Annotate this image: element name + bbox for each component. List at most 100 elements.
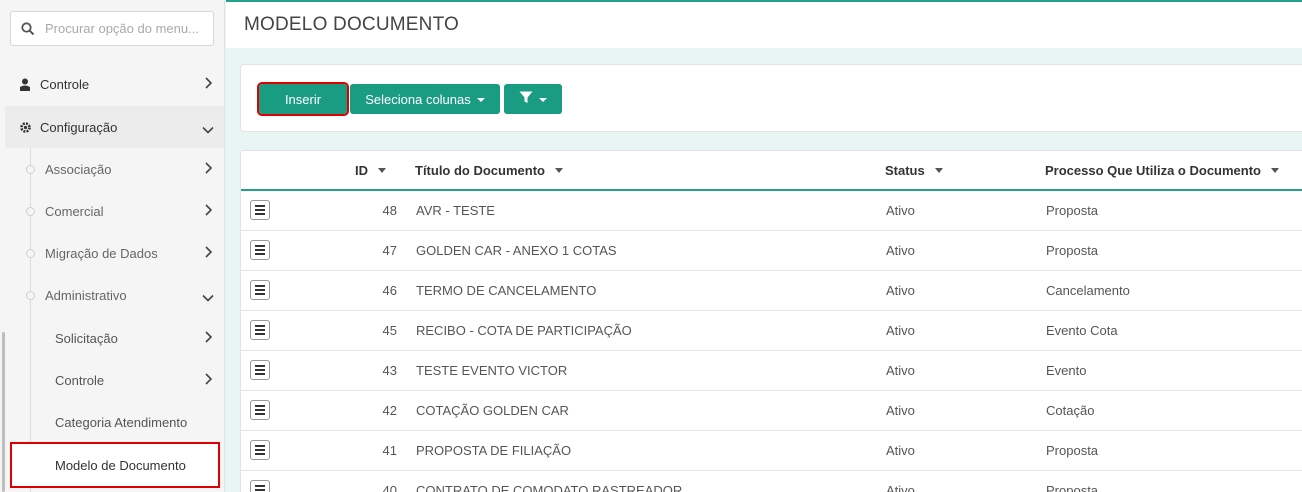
sort-icon — [1271, 168, 1279, 173]
menu-search — [10, 11, 214, 46]
cell-status: Ativo — [886, 403, 915, 418]
search-icon — [11, 21, 45, 36]
sidebar-item-label: Solicitação — [55, 330, 118, 346]
sidebar-item-label: Categoria Atendimento — [55, 414, 188, 430]
sidebar-item-solicitacao[interactable]: Solicitação — [5, 317, 224, 359]
table-row[interactable]: 43 TESTE EVENTO VICTOR Ativo Evento — [241, 351, 1302, 391]
cell-id: 42 — [382, 403, 397, 418]
cell-title: RECIBO - COTA DE PARTICIPAÇÃO — [416, 323, 632, 338]
chevron-down-icon — [202, 122, 214, 137]
column-header-label: Título do Documento — [415, 163, 545, 178]
cell-id: 45 — [382, 323, 397, 338]
user-icon — [10, 78, 40, 91]
chevron-right-icon — [204, 204, 213, 219]
cell-process: Proposta — [1046, 483, 1099, 492]
sidebar-item-controle-admin[interactable]: Controle — [5, 359, 224, 401]
column-header-status[interactable]: Status — [885, 163, 943, 178]
cell-title: CONTRATO DE COMODATO RASTREADOR — [416, 483, 683, 492]
cell-id: 43 — [382, 363, 397, 378]
sidebar-item-configuracao[interactable]: Configuração — [5, 106, 224, 148]
cell-status: Ativo — [886, 243, 915, 258]
cell-id: 46 — [382, 283, 397, 298]
documents-table: ID Título do Documento Status Processo Q… — [240, 150, 1302, 492]
cell-id: 47 — [382, 243, 397, 258]
main-content: MODELO DOCUMENTO Inserir Seleciona colun… — [226, 0, 1302, 492]
cell-process: Proposta — [1046, 203, 1099, 218]
page-title: MODELO DOCUMENTO — [244, 14, 460, 35]
cell-status: Ativo — [886, 283, 915, 298]
sidebar-item-label: Migração de Dados — [45, 245, 158, 261]
sidebar-item-label: Associação — [45, 161, 112, 177]
sidebar-item-label: Controle — [40, 76, 90, 92]
cell-title: PROPOSTA DE FILIAÇÃO — [416, 443, 572, 458]
chevron-down-icon — [202, 290, 214, 305]
sort-icon — [934, 168, 943, 173]
column-header-label: Processo Que Utiliza o Documento — [1045, 163, 1261, 178]
table-row[interactable]: 48 AVR - TESTE Ativo Proposta — [241, 191, 1302, 231]
cell-title: COTAÇÃO GOLDEN CAR — [416, 403, 569, 418]
cell-id: 48 — [382, 203, 397, 218]
table-row[interactable]: 41 PROPOSTA DE FILIAÇÃO Ativo Proposta — [241, 431, 1302, 471]
chevron-right-icon — [204, 77, 213, 92]
tree-dot — [26, 249, 35, 258]
cell-title: TERMO DE CANCELAMENTO — [416, 283, 597, 298]
cell-status: Ativo — [886, 363, 915, 378]
cell-status: Ativo — [886, 483, 915, 492]
cell-title: TESTE EVENTO VICTOR — [416, 363, 568, 378]
table-row[interactable]: 46 TERMO DE CANCELAMENTO Ativo Cancelamento — [241, 271, 1302, 311]
chevron-right-icon — [204, 331, 213, 346]
tree-dot — [26, 291, 35, 300]
sidebar-item-label: Administrativo — [45, 287, 127, 303]
table-header: ID Título do Documento Status Processo Q… — [241, 151, 1302, 191]
column-header-id[interactable]: ID — [355, 163, 386, 178]
filter-icon — [519, 91, 533, 107]
sidebar-item-migracao-de-dados[interactable]: Migração de Dados — [5, 232, 224, 274]
cell-process: Cancelamento — [1046, 283, 1130, 298]
search-input[interactable] — [45, 21, 205, 36]
cell-id: 41 — [382, 443, 397, 458]
insert-button[interactable]: Inserir — [257, 82, 349, 116]
select-columns-label: Seleciona colunas — [365, 91, 471, 107]
insert-button-label: Inserir — [284, 91, 322, 107]
sidebar-item-categoria-atendimento[interactable]: Categoria Atendimento — [5, 401, 224, 443]
cell-title: GOLDEN CAR - ANEXO 1 COTAS — [416, 243, 617, 258]
sidebar-item-modelo-de-documento[interactable]: Modelo de Documento — [10, 442, 220, 488]
column-header-process[interactable]: Processo Que Utiliza o Documento — [1045, 163, 1279, 178]
sidebar-item-label: Modelo de Documento — [55, 457, 186, 473]
table-row[interactable]: 45 RECIBO - COTA DE PARTICIPAÇÃO Ativo Even… — [241, 311, 1302, 351]
caret-down-icon — [476, 98, 485, 102]
toolbar: Inserir Seleciona colunas — [240, 64, 1302, 132]
cell-status: Ativo — [886, 443, 915, 458]
sidebar-item-associacao[interactable]: Associação — [5, 148, 224, 190]
sidebar-item-controle[interactable]: Controle — [5, 63, 224, 105]
table-row[interactable]: 47 GOLDEN CAR - ANEXO 1 COTAS Ativo Propost… — [241, 231, 1302, 271]
sidebar: Controle Configuração Associação Comerci… — [0, 0, 225, 492]
sidebar-item-label: Controle — [55, 372, 105, 388]
sort-icon — [554, 168, 563, 173]
cell-process: Evento Cota — [1046, 323, 1118, 338]
sidebar-item-comercial[interactable]: Comercial — [5, 190, 224, 232]
sidebar-item-label: Comercial — [45, 203, 104, 219]
table-row[interactable]: 40 CONTRATO DE COMODATO RASTREADOR Ativo Pr… — [241, 471, 1302, 492]
caret-down-icon — [539, 98, 547, 102]
cell-title: AVR - TESTE — [416, 203, 495, 218]
cell-status: Ativo — [886, 323, 915, 338]
cell-process: Proposta — [1046, 443, 1099, 458]
column-header-label: ID — [355, 163, 368, 178]
tree-dot — [26, 207, 35, 216]
table-row[interactable]: 42 COTAÇÃO GOLDEN CAR Ativo Cotação — [241, 391, 1302, 431]
chevron-right-icon — [204, 246, 213, 261]
column-header-label: Status — [885, 163, 925, 178]
tree-dot — [26, 165, 35, 174]
sidebar-item-administrativo[interactable]: Administrativo — [5, 274, 224, 316]
sidebar-item-label: Configuração — [40, 119, 118, 135]
cell-process: Cotação — [1046, 403, 1095, 418]
column-header-title[interactable]: Título do Documento — [415, 163, 563, 178]
sort-icon — [378, 168, 386, 173]
select-columns-button[interactable]: Seleciona colunas — [350, 84, 500, 114]
chevron-right-icon — [204, 162, 213, 177]
gear-icon — [10, 121, 40, 134]
cell-process: Evento — [1046, 363, 1087, 378]
filter-button[interactable] — [504, 84, 562, 114]
cell-id: 40 — [382, 483, 397, 492]
